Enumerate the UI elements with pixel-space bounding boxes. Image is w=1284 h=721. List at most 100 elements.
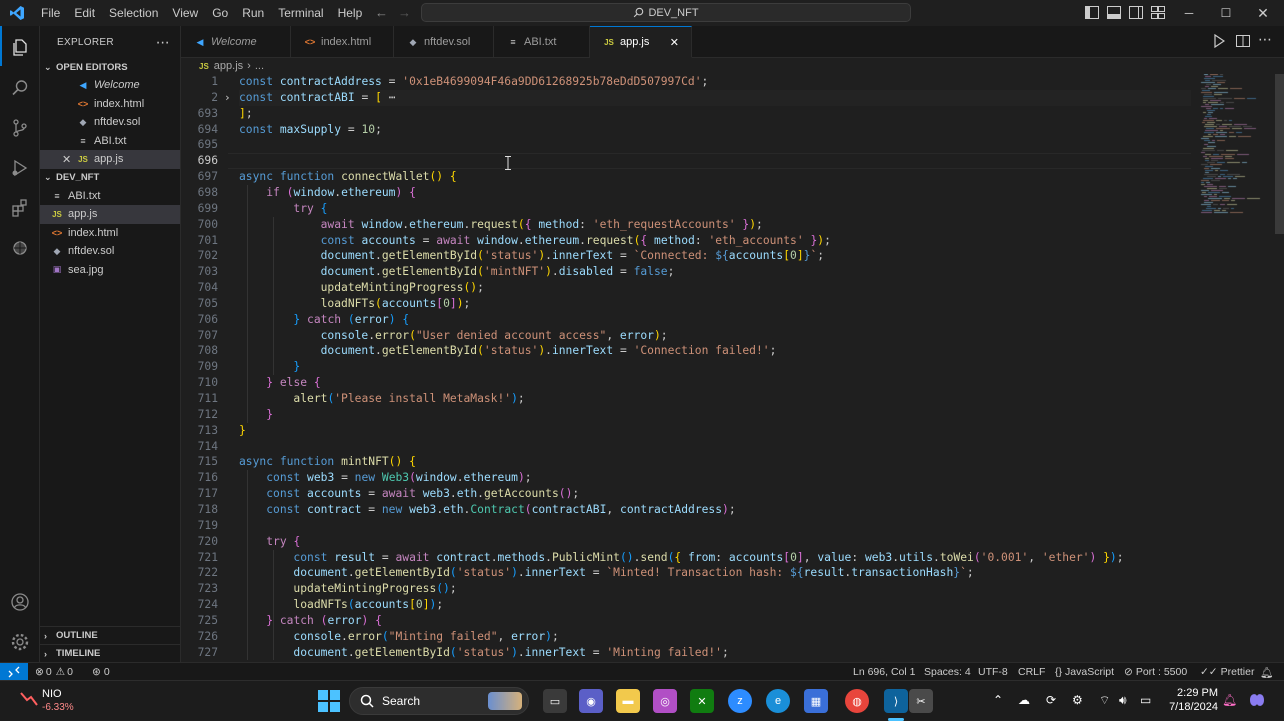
scrollbar-thumb[interactable] [1275,74,1284,234]
settings-icon[interactable]: ⚙ [1072,693,1083,707]
outline-section[interactable]: › OUTLINE [40,626,181,644]
extensions-icon[interactable] [0,188,40,228]
run-file-icon[interactable] [1213,33,1226,53]
code-line[interactable]: 719 [181,518,1191,534]
code-line[interactable]: 725 } catch (error) { [181,613,1191,629]
code-line[interactable]: 695 [181,137,1191,153]
fold-chevron-icon[interactable]: › [224,90,231,106]
code-line[interactable]: 2 › const contractABI = [ ⋯ [181,89,1191,106]
zoom-icon[interactable]: z [728,689,752,713]
close-window-button[interactable]: ✕ [1245,0,1281,26]
live-server-port[interactable]: ⊘ Port : 5500 [1124,663,1187,681]
code-line[interactable]: 699 try { [181,201,1191,217]
notifications-bell-icon[interactable]: 🔔︎ [1260,663,1273,681]
accounts-icon[interactable] [0,582,40,622]
menu-run[interactable]: Run [235,0,271,26]
code-line[interactable]: 709 } [181,359,1191,375]
code-line[interactable]: 721 const result = await contract.method… [181,550,1191,566]
toggle-panel-icon[interactable] [1107,6,1121,22]
file-explorer-icon[interactable]: ▬ [616,689,640,713]
search-icon[interactable] [0,68,40,108]
code-line[interactable]: 715 async function mintNFT() { [181,454,1191,470]
tab-nftdev-sol[interactable]: ◆ nftdev.sol [394,26,494,58]
run-debug-icon[interactable] [0,148,40,188]
open-editor-item[interactable]: ◀ Welcome [40,76,180,95]
remote-explorer-icon[interactable] [0,228,40,268]
close-tab-icon[interactable]: ✕ [670,36,679,49]
snipping-tool-icon[interactable]: ✂ [909,689,933,713]
menu-go[interactable]: Go [205,0,235,26]
code-line[interactable]: 705 loadNFTs(accounts[0]); [181,296,1191,312]
menu-edit[interactable]: Edit [67,0,102,26]
menu-view[interactable]: View [165,0,205,26]
code-line[interactable]: 703 document.getElementById('mintNFT').d… [181,264,1191,280]
code-line[interactable]: 724 loadNFTs(accounts[0]); [181,597,1191,613]
menu-help[interactable]: Help [331,0,370,26]
indentation[interactable]: Spaces: 4 [924,663,971,681]
code-line[interactable]: 708 document.getElementById('status').in… [181,343,1191,359]
copilot-icon[interactable] [1247,690,1267,715]
code-line[interactable]: 698 if (window.ethereum) { [181,185,1191,201]
open-editor-item[interactable]: ✕ JS app.js [40,150,180,169]
code-line[interactable]: 1 const contractAddress = '0x1eB4699094F4… [181,74,1191,90]
language-mode[interactable]: {} JavaScript [1055,663,1114,681]
breadcrumb-file[interactable]: app.js [214,60,243,72]
clock-time[interactable]: 2:29 PM [1166,687,1218,699]
minimap[interactable] [1191,74,1273,662]
close-icon[interactable]: ✕ [62,153,76,166]
code-line[interactable]: 713} [181,423,1191,439]
teams-chat-icon[interactable]: ◉ [579,689,603,713]
file-tree-item[interactable]: JS app.js [40,205,180,224]
onedrive-cloud-icon[interactable]: ☁ [1018,693,1030,707]
file-tree-item[interactable]: ▣ sea.jpg [40,261,180,280]
wifi-icon[interactable]: ⌔ [1099,693,1110,708]
cursor-position[interactable]: Ln 696, Col 1 [853,663,915,681]
code-line[interactable]: 720 try { [181,534,1191,550]
chrome-icon[interactable]: ◍ [845,689,869,713]
editor-more-actions-icon[interactable]: ⋯ [1258,31,1272,48]
maximize-button[interactable]: ☐ [1208,0,1244,26]
vertical-scrollbar[interactable] [1273,74,1284,662]
code-line[interactable]: 707 console.error("User denied account a… [181,328,1191,344]
edge-browser-icon[interactable]: e [766,689,790,713]
toggle-secondary-sidebar-icon[interactable] [1129,6,1143,22]
code-line[interactable]: 701 const accounts = await window.ethere… [181,233,1191,249]
windows-start-icon[interactable] [318,690,340,717]
code-line[interactable]: 700 await window.ethereum.request({ meth… [181,217,1191,233]
code-line[interactable]: 716 const web3 = new Web3(window.ethereu… [181,470,1191,486]
toggle-primary-sidebar-icon[interactable] [1085,6,1099,22]
split-editor-icon[interactable] [1236,34,1250,53]
command-center-search[interactable]: DEV_NFT [421,3,911,22]
code-line[interactable]: 726 console.error("Minting failed", erro… [181,629,1191,645]
clock-date[interactable]: 7/18/2024 [1160,701,1218,713]
explorer-icon[interactable] [0,28,40,68]
code-line[interactable]: 706 } catch (error) { [181,312,1191,328]
back-arrow-icon[interactable]: ← [375,5,388,20]
code-line[interactable]: 694 const maxSupply = 10; [181,122,1191,138]
code-line[interactable]: 711 alert('Please install MetaMask!'); [181,391,1191,407]
prettier-status[interactable]: ✓✓ Prettier [1200,663,1254,681]
open-editor-item[interactable]: ◆ nftdev.sol [40,113,180,132]
code-line[interactable]: 693]; [181,106,1191,122]
file-tree-item[interactable]: ◆ nftdev.sol [40,242,180,261]
file-tree-item[interactable]: <> index.html [40,224,180,243]
sync-icon[interactable]: ⟳ [1046,693,1056,707]
encoding[interactable]: UTF-8 [978,663,1008,681]
forward-arrow-icon[interactable]: → [398,5,411,20]
menu-terminal[interactable]: Terminal [271,0,330,26]
minimize-button[interactable]: ─ [1171,0,1207,26]
menu-selection[interactable]: Selection [102,0,165,26]
project-section[interactable]: ⌄ DEV_NFT [40,169,180,187]
tab-welcome[interactable]: ◀ Welcome [181,26,291,58]
notification-bell-icon[interactable]: 🔔︎ [1222,693,1237,707]
code-line[interactable]: 714 [181,439,1191,455]
code-line[interactable]: 712 } [181,407,1191,423]
source-control-icon[interactable] [0,108,40,148]
code-line[interactable]: 723 updateMintingProgress(); [181,581,1191,597]
code-line[interactable]: 718 const contract = new web3.eth.Contra… [181,502,1191,518]
open-editor-item[interactable]: ≡ ABI.txt [40,132,180,151]
open-editor-item[interactable]: <> index.html [40,95,180,114]
code-line[interactable]: 722 document.getElementById('status').in… [181,565,1191,581]
customize-layout-icon[interactable] [1151,6,1165,22]
tab-index-html[interactable]: <> index.html [291,26,394,58]
